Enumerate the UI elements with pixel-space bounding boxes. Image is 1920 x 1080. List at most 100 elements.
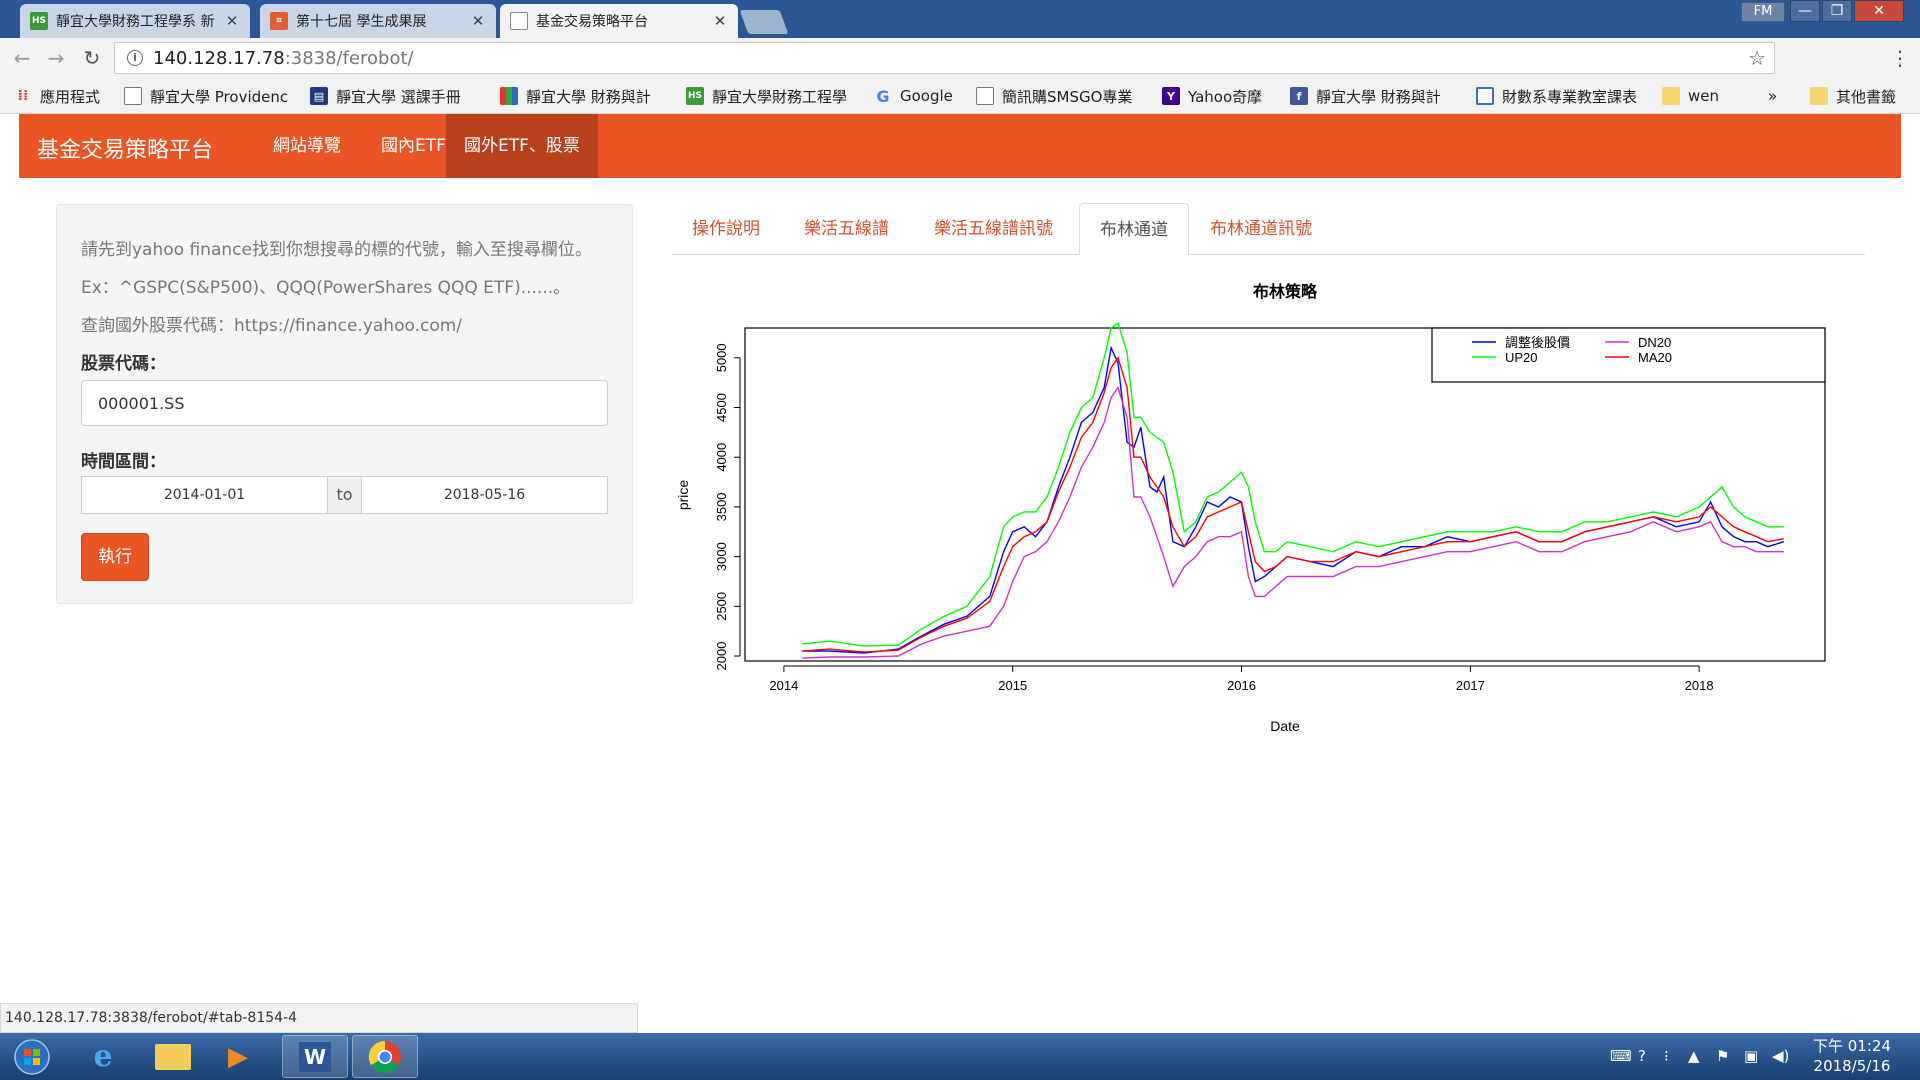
bookmark-label: 靜宜大學 Providenc bbox=[150, 87, 289, 106]
bookmark-item[interactable]: 靜宜大學 財務與計 bbox=[500, 84, 672, 108]
bookmark-label: 靜宜大學 選課手冊 bbox=[336, 87, 461, 106]
tab-label: 靜宜大學財務工程學系 新 bbox=[56, 14, 215, 30]
x-axis-label: Date bbox=[1270, 718, 1300, 734]
x-tick-label: 2015 bbox=[998, 678, 1027, 693]
volume-icon[interactable]: ◀) bbox=[1772, 1047, 1789, 1065]
tab-five-lines[interactable]: 樂活五線譜 bbox=[784, 203, 909, 255]
bookmark-yahoo[interactable]: Y Yahoo奇摩 bbox=[1162, 84, 1262, 108]
info-icon[interactable]: i bbox=[127, 50, 143, 66]
run-button[interactable]: 執行 bbox=[81, 533, 149, 581]
browser-tab-3[interactable]: 基金交易策略平台 ✕ bbox=[500, 4, 738, 38]
table-icon bbox=[1476, 87, 1494, 105]
app-navbar: 基金交易策略平台 網站導覽 國內ETF 國外ETF、股票 bbox=[19, 114, 1901, 178]
folder-icon bbox=[1662, 87, 1680, 105]
new-tab-button[interactable] bbox=[739, 10, 789, 34]
browser-titlebar: HS 靜宜大學財務工程學系 新 ✕ ⌗ 第十七屆 學生成果展 ✕ 基金交易策略平… bbox=[0, 0, 1920, 38]
browser-tab-2[interactable]: ⌗ 第十七屆 學生成果展 ✕ bbox=[260, 4, 496, 38]
bookmark-item[interactable]: 財數系專業教室課表 bbox=[1476, 84, 1637, 108]
taskbar-clock[interactable]: 下午 01:24 2018/5/16 bbox=[1802, 1036, 1902, 1076]
bookmark-label: 其他書籤 bbox=[1836, 87, 1897, 106]
hs-icon: HS bbox=[30, 12, 48, 30]
tab-bollinger[interactable]: 布林通道 bbox=[1079, 203, 1189, 255]
windows-start-icon bbox=[14, 1038, 50, 1075]
flag-icon[interactable]: ⚑ bbox=[1716, 1047, 1729, 1065]
y-tick-label: 3500 bbox=[714, 492, 729, 521]
bookmark-other[interactable]: 其他書籤 bbox=[1810, 84, 1896, 108]
bookmarks-bar: ⁞⁞ 應用程式 靜宜大學 Providenc ▤ 靜宜大學 選課手冊 靜宜大學 … bbox=[0, 78, 1920, 114]
tray-expand-icon[interactable]: ▲ bbox=[1688, 1047, 1700, 1065]
legend-label: UP20 bbox=[1505, 350, 1538, 365]
bookmark-item[interactable]: 簡訊購SMSGO專業 bbox=[976, 84, 1144, 108]
help-text: 查詢國外股票代碼：https://finance.yahoo.com/ bbox=[81, 316, 463, 336]
word-icon: W bbox=[299, 1041, 331, 1072]
folder-icon bbox=[155, 1043, 191, 1070]
forward-icon[interactable]: → bbox=[44, 46, 68, 70]
bookmark-label: 財數系專業教室課表 bbox=[1502, 87, 1638, 106]
explorer-taskbar[interactable] bbox=[140, 1035, 206, 1078]
clock-date: 2018/5/16 bbox=[1813, 1057, 1891, 1075]
bookmark-apps[interactable]: ⁞⁞ 應用程式 bbox=[14, 84, 100, 108]
close-icon[interactable]: ✕ bbox=[712, 12, 728, 30]
keyboard-icon[interactable]: ⌨ bbox=[1610, 1047, 1632, 1065]
ie-taskbar[interactable]: e bbox=[70, 1035, 136, 1078]
x-tick-label: 2018 bbox=[1685, 678, 1714, 693]
network-icon[interactable]: ▣ bbox=[1744, 1047, 1758, 1065]
y-tick-label: 5000 bbox=[714, 343, 729, 372]
clock-time: 下午 01:24 bbox=[1813, 1037, 1891, 1055]
ime-icon[interactable]: ⁝ bbox=[1664, 1047, 1669, 1065]
start-button[interactable] bbox=[2, 1035, 62, 1078]
media-player-taskbar[interactable]: ▶ bbox=[205, 1035, 271, 1078]
yahoo-icon: Y bbox=[1162, 87, 1180, 105]
url-bar[interactable]: i 140.128.17.78 :3838/ferobot/ ☆ bbox=[114, 42, 1775, 74]
bookmark-label: Yahoo奇摩 bbox=[1188, 87, 1263, 106]
chrome-taskbar[interactable] bbox=[352, 1035, 418, 1078]
tab-label: 第十七屆 學生成果展 bbox=[296, 14, 427, 30]
close-window-icon[interactable]: ✕ bbox=[1854, 0, 1904, 22]
date-range-label: 時間區間： bbox=[81, 452, 166, 472]
legend-label: DN20 bbox=[1638, 335, 1671, 350]
minimize-icon[interactable]: — bbox=[1790, 0, 1820, 22]
menu-icon[interactable]: ⋮ bbox=[1890, 46, 1910, 70]
bookmark-label: 靜宜大學 財務與計 bbox=[1316, 87, 1441, 106]
symbol-input[interactable] bbox=[81, 380, 608, 426]
bookmark-item[interactable]: f 靜宜大學 財務與計 bbox=[1290, 84, 1462, 108]
start-date-input[interactable] bbox=[81, 476, 328, 514]
date-range: to bbox=[81, 476, 608, 514]
close-icon[interactable]: ✕ bbox=[224, 12, 240, 30]
y-tick-label: 2000 bbox=[714, 642, 729, 671]
end-date-input[interactable] bbox=[361, 476, 608, 514]
brand-title[interactable]: 基金交易策略平台 bbox=[37, 132, 213, 164]
maximize-icon[interactable]: ❐ bbox=[1822, 0, 1852, 22]
close-icon[interactable]: ✕ bbox=[470, 12, 486, 30]
nav-site-guide[interactable]: 網站導覽 bbox=[255, 114, 359, 178]
help-icon[interactable]: ? bbox=[1638, 1047, 1646, 1065]
status-url: 140.128.17.78:3838/ferobot/#tab-8154-4 bbox=[0, 1003, 638, 1033]
reload-icon[interactable]: ↻ bbox=[80, 46, 104, 70]
star-icon[interactable]: ☆ bbox=[1748, 46, 1766, 70]
bookmark-label: wen bbox=[1688, 87, 1720, 105]
bookmark-google[interactable]: G Google bbox=[874, 84, 952, 108]
tab-label: 基金交易策略平台 bbox=[536, 14, 648, 30]
bookmark-item[interactable]: ▤ 靜宜大學 選課手冊 bbox=[310, 84, 482, 108]
bollinger-chart: 布林策略 2014 2015 2016 2017 2018 2000 2500 3000 35… bbox=[675, 282, 1826, 734]
url-host: 140.128.17.78 bbox=[153, 47, 285, 69]
word-taskbar[interactable]: W bbox=[282, 1035, 348, 1078]
tab-instructions[interactable]: 操作說明 bbox=[672, 203, 780, 255]
tab-five-lines-signal[interactable]: 樂活五線譜訊號 bbox=[914, 203, 1073, 255]
nav-foreign-etf-stock[interactable]: 國外ETF、股票 bbox=[446, 114, 598, 178]
blocks-icon bbox=[500, 87, 518, 105]
back-icon[interactable]: ← bbox=[10, 46, 34, 70]
hs-icon: HS bbox=[686, 87, 704, 105]
bookmark-item[interactable]: 靜宜大學 Providenc bbox=[124, 84, 294, 108]
bookmark-folder[interactable]: wen bbox=[1662, 84, 1719, 108]
bookmarks-overflow[interactable]: » bbox=[1768, 84, 1777, 108]
page-icon bbox=[124, 87, 142, 105]
user-badge[interactable]: FM bbox=[1741, 2, 1785, 22]
x-tick-label: 2016 bbox=[1227, 678, 1256, 693]
browser-tab-1[interactable]: HS 靜宜大學財務工程學系 新 ✕ bbox=[20, 4, 250, 38]
y-tick-label: 3000 bbox=[714, 542, 729, 571]
chrome-icon bbox=[368, 1040, 401, 1073]
folder-icon bbox=[1810, 87, 1828, 105]
bookmark-item[interactable]: HS 靜宜大學財務工程學 bbox=[686, 84, 858, 108]
tab-bollinger-signal[interactable]: 布林通道訊號 bbox=[1190, 203, 1332, 255]
